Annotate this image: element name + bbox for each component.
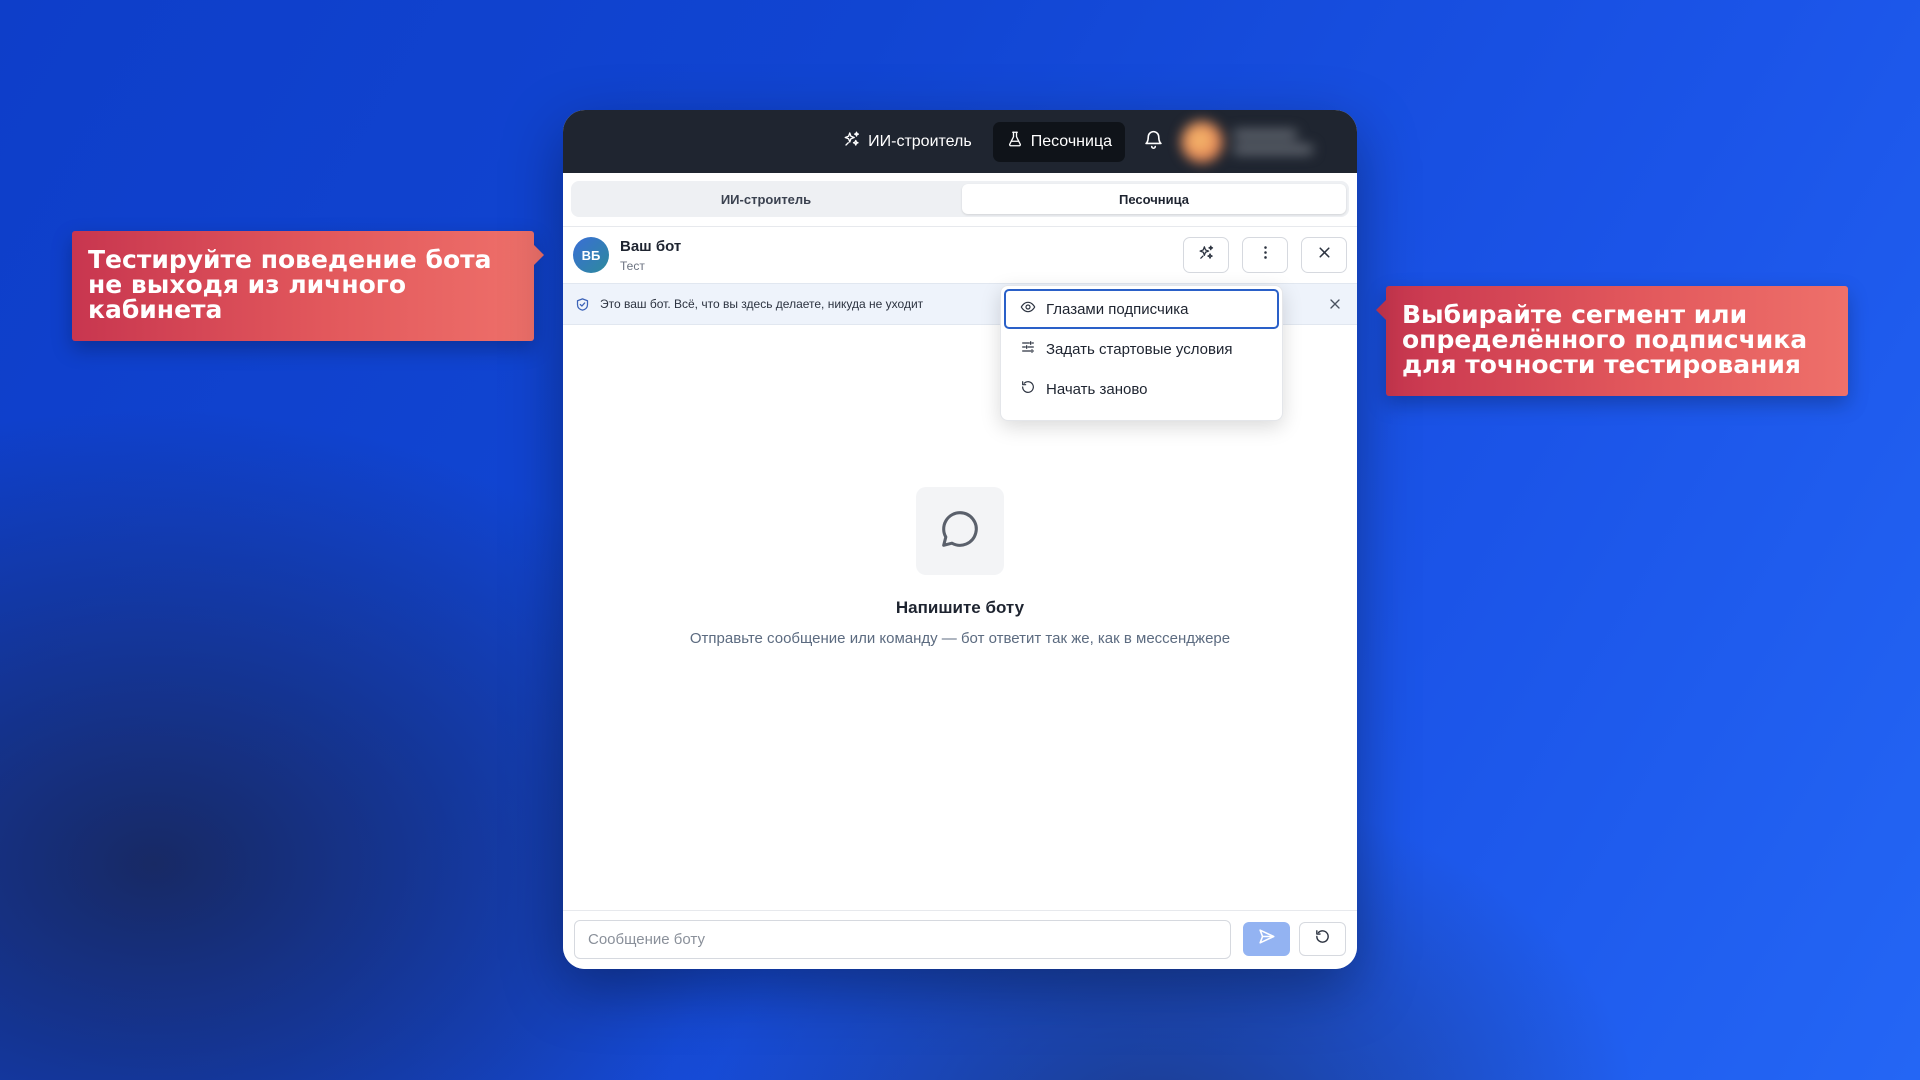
- more-vertical-icon: [1257, 244, 1274, 266]
- flask-icon: [1006, 130, 1024, 153]
- menu-item-label: Задать стартовые условия: [1046, 340, 1233, 358]
- avatar: [1181, 120, 1223, 163]
- callout-left-line-1: Тестируйте поведение бота: [88, 245, 492, 274]
- message-composer: [563, 910, 1357, 969]
- sparkles-icon: [843, 130, 861, 153]
- menu-item-label: Начать заново: [1046, 380, 1148, 398]
- callout-right-line-3: для точности тестирования: [1402, 350, 1801, 379]
- nav-ai-builder-button[interactable]: ИИ-строитель: [830, 122, 985, 162]
- menu-item-start-conditions[interactable]: Задать стартовые условия: [1004, 329, 1279, 369]
- sliders-icon: [1020, 339, 1036, 359]
- menu-item-restart[interactable]: Начать заново: [1004, 369, 1279, 409]
- tab-ai-builder[interactable]: ИИ-строитель: [574, 184, 958, 214]
- user-profile-blurred[interactable]: [1181, 117, 1331, 167]
- empty-state-description: Отправьте сообщение или команду — бот от…: [689, 630, 1231, 647]
- tab-sandbox[interactable]: Песочница: [962, 184, 1346, 214]
- bot-info: Ваш бот Тест: [620, 238, 681, 273]
- callout-right: Выбирайте сегмент или определённого подп…: [1376, 286, 1848, 396]
- empty-state-title: Напишите боту: [895, 598, 1025, 617]
- callout-right-line-1: Выбирайте сегмент или: [1402, 300, 1748, 329]
- eye-icon: [1020, 299, 1036, 319]
- notice-text: Это ваш бот. Всё, что вы здесь делаете, …: [600, 297, 924, 311]
- send-icon: [1257, 927, 1276, 951]
- menu-item-label: Глазами подписчика: [1046, 300, 1189, 318]
- bell-icon: [1143, 129, 1164, 155]
- shield-check-icon: [576, 297, 589, 311]
- app-window: ИИ-строитель Песочница ИИ-строитель Песо…: [563, 110, 1357, 969]
- user-name-blurred: [1233, 129, 1313, 154]
- nav-sandbox-button[interactable]: Песочница: [992, 121, 1125, 162]
- bot-name: Ваш бот: [620, 237, 682, 255]
- close-icon: [1316, 244, 1333, 266]
- notifications-button[interactable]: [1133, 122, 1173, 162]
- callout-left: Тестируйте поведение бота не выходя из л…: [72, 231, 544, 341]
- empty-state: Напишите боту Отправьте сообщение или ко…: [563, 487, 1357, 647]
- restart-icon: [1314, 928, 1331, 950]
- bot-avatar: ВБ: [573, 237, 609, 273]
- callout-right-line-2: определённого подписчика: [1402, 325, 1808, 354]
- callout-left-line-2: не выходя из личного: [88, 270, 407, 299]
- chat-header: ВБ Ваш бот Тест: [563, 227, 1357, 283]
- sparkles-icon: [1198, 244, 1215, 266]
- message-input[interactable]: [574, 920, 1231, 959]
- mode-tabs: ИИ-строитель Песочница: [571, 181, 1349, 217]
- empty-state-icon-box: [916, 487, 1004, 575]
- bot-subtitle: Тест: [620, 258, 645, 273]
- nav-sandbox-label: Песочница: [1030, 132, 1112, 150]
- ai-assist-button[interactable]: [1183, 237, 1229, 273]
- options-dropdown-menu: Глазами подписчика Задать стартовые усло…: [1000, 285, 1283, 421]
- reset-chat-button[interactable]: [1299, 922, 1346, 956]
- chat-bubble-icon: [937, 506, 983, 557]
- restart-icon: [1020, 379, 1036, 399]
- top-bar: ИИ-строитель Песочница: [563, 110, 1357, 173]
- close-icon[interactable]: [1327, 296, 1343, 312]
- callout-left-line-3: кабинета: [88, 295, 223, 324]
- header-actions: [1183, 237, 1347, 273]
- send-button[interactable]: [1243, 922, 1290, 956]
- close-chat-button[interactable]: [1301, 237, 1347, 273]
- menu-item-subscriber-view[interactable]: Глазами подписчика: [1004, 289, 1279, 329]
- more-options-button[interactable]: [1242, 237, 1288, 273]
- nav-ai-builder-label: ИИ-строитель: [868, 132, 972, 150]
